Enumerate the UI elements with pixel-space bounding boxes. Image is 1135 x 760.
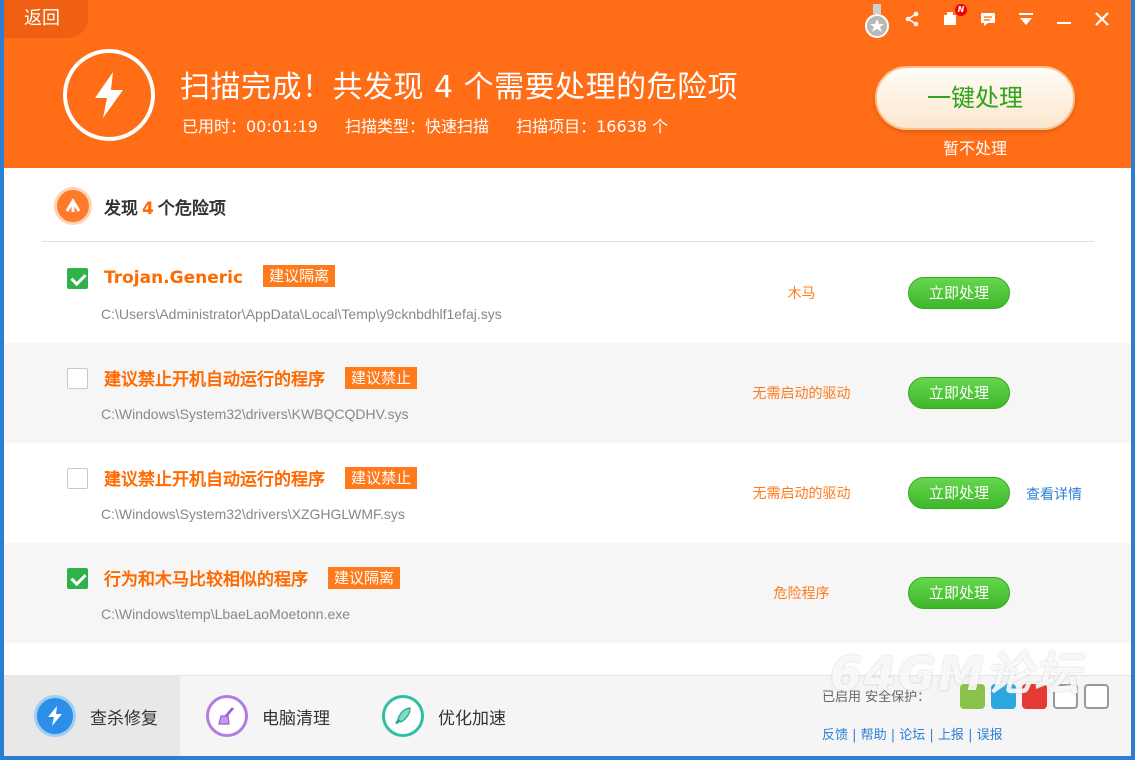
scan-result-headline: 扫描完成！共发现 4 个需要处理的危险项 xyxy=(180,70,739,105)
threat-type: 无需启动的驱动 xyxy=(752,486,851,502)
threat-checkbox[interactable] xyxy=(67,568,88,589)
tab-label: 查杀修复 xyxy=(90,708,158,729)
threat-name-text: 建议禁止开机自动运行的程序 xyxy=(104,470,325,490)
threat-name-text: 建议禁止开机自动运行的程序 xyxy=(104,370,325,390)
rocket-icon xyxy=(382,695,424,737)
threat-path: C:\Windows\System32\drivers\KWBQCQDHV.sy… xyxy=(101,406,409,422)
app-window: 返回 N 扫描完成！共发现 4 个需要处理的危险项 已用时：00:01:19 扫… xyxy=(4,0,1131,756)
danger-arrow-icon xyxy=(54,187,92,225)
share-icon[interactable] xyxy=(899,6,925,32)
message-icon[interactable] xyxy=(975,6,1001,32)
threat-type: 木马 xyxy=(787,286,816,302)
threat-type: 无需启动的驱动 xyxy=(752,386,851,402)
threat-name: 建议禁止开机自动运行的程序 建议禁止 xyxy=(104,365,418,390)
threat-tag: 建议隔离 xyxy=(328,567,401,589)
footer-links[interactable]: 反馈 | 帮助 | 论坛 | 上报 | 误报 xyxy=(822,724,1003,743)
scan-items: 扫描项目：16638 个 xyxy=(516,117,669,136)
threat-path: C:\Windows\temp\LbaeLaoMoetonn.exe xyxy=(101,606,351,622)
divider xyxy=(42,241,1094,242)
threat-name-text: Trojan.Generic xyxy=(104,268,244,288)
threat-count: 4 xyxy=(142,198,154,219)
threat-tag: 建议禁止 xyxy=(345,367,418,389)
threat-row: Trojan.Generic 建议隔离 C:\Users\Administrato… xyxy=(4,243,1131,343)
protection-text: 已启用 安全保护： xyxy=(822,690,931,705)
notification-icon[interactable]: N xyxy=(937,4,967,32)
threat-checkbox[interactable] xyxy=(67,368,88,389)
window-controls: N xyxy=(899,4,1115,32)
scan-stats: 已用时：00:01:19 扫描类型：快速扫描 扫描项目：16638 个 xyxy=(182,113,690,137)
threat-row: 建议禁止开机自动运行的程序 建议禁止 C:\Windows\System32\dr… xyxy=(4,443,1131,543)
threat-checkbox[interactable] xyxy=(67,268,88,289)
threat-name: Trojan.Generic 建议隔离 xyxy=(104,265,336,288)
threat-name-text: 行为和木马比较相似的程序 xyxy=(104,570,308,590)
tab-label: 优化加速 xyxy=(438,708,506,729)
threat-path: C:\Windows\System32\drivers\XZGHGLWMF.sy… xyxy=(101,506,405,522)
tab-optimize[interactable]: 优化加速 xyxy=(382,676,506,756)
view-details-link[interactable]: 查看详情 xyxy=(1026,484,1082,504)
section-title: 发现 4 个危险项 xyxy=(54,186,226,226)
medal-icon[interactable] xyxy=(864,4,890,38)
tab-scan-repair[interactable]: 查杀修复 xyxy=(4,676,180,756)
protection-status: 已启用 安全保护： 反馈 | 帮助 | 论坛 | 上报 | 误报 xyxy=(822,680,1127,754)
menu-icon[interactable] xyxy=(1013,6,1039,32)
fix-now-button[interactable]: 立即处理 xyxy=(908,277,1010,309)
shield-icon[interactable] xyxy=(960,684,985,709)
back-button[interactable]: 返回 xyxy=(4,0,88,38)
footer-nav: 查杀修复 电脑清理 优化加速 已启用 安全保护： 反馈 | 帮助 | 论坛 | xyxy=(4,675,1131,756)
fix-now-button[interactable]: 立即处理 xyxy=(908,477,1010,509)
section-suffix: 个危险项 xyxy=(157,198,226,219)
image-icon[interactable] xyxy=(1053,684,1078,709)
threat-row: 建议禁止开机自动运行的程序 建议禁止 C:\Windows\System32\dr… xyxy=(4,343,1131,443)
header-banner: 返回 N 扫描完成！共发现 4 个需要处理的危险项 已用时：00:01:19 扫… xyxy=(4,0,1131,168)
tab-label: 电脑清理 xyxy=(262,708,330,729)
protection-icons xyxy=(960,684,1109,709)
threat-name: 行为和木马比较相似的程序 建议隔离 xyxy=(104,565,401,590)
broom-icon xyxy=(206,695,248,737)
elapsed-time: 已用时：00:01:19 xyxy=(182,117,318,136)
notification-badge: N xyxy=(955,4,967,16)
lightning-icon xyxy=(34,695,76,737)
minimize-icon[interactable] xyxy=(1051,6,1077,32)
scan-type: 扫描类型：快速扫描 xyxy=(344,117,489,136)
close-icon[interactable] xyxy=(1089,6,1115,32)
cloud-icon[interactable] xyxy=(1022,684,1047,709)
scan-complete-icon xyxy=(63,49,155,141)
link-icon[interactable] xyxy=(1084,684,1109,709)
tab-pc-cleanup[interactable]: 电脑清理 xyxy=(206,676,330,756)
threat-name: 建议禁止开机自动运行的程序 建议禁止 xyxy=(104,465,418,490)
threat-row: 行为和木马比较相似的程序 建议隔离 C:\Windows\temp\LbaeLao… xyxy=(4,543,1131,643)
skip-link[interactable]: 暂不处理 xyxy=(875,135,1075,159)
one-click-fix-button[interactable]: 一键处理 xyxy=(875,66,1075,130)
section-text: 发现 4 个危险项 xyxy=(104,194,226,219)
threat-tag: 建议隔离 xyxy=(263,265,336,287)
fix-now-button[interactable]: 立即处理 xyxy=(908,377,1010,409)
fix-now-button[interactable]: 立即处理 xyxy=(908,577,1010,609)
threat-type: 危险程序 xyxy=(773,586,830,602)
section-prefix: 发现 xyxy=(104,198,138,219)
threat-tag: 建议禁止 xyxy=(345,467,418,489)
browser-icon[interactable] xyxy=(991,684,1016,709)
threat-path: C:\Users\Administrator\AppData\Local\Tem… xyxy=(101,306,502,322)
lightning-icon xyxy=(95,72,123,118)
threat-checkbox[interactable] xyxy=(67,468,88,489)
